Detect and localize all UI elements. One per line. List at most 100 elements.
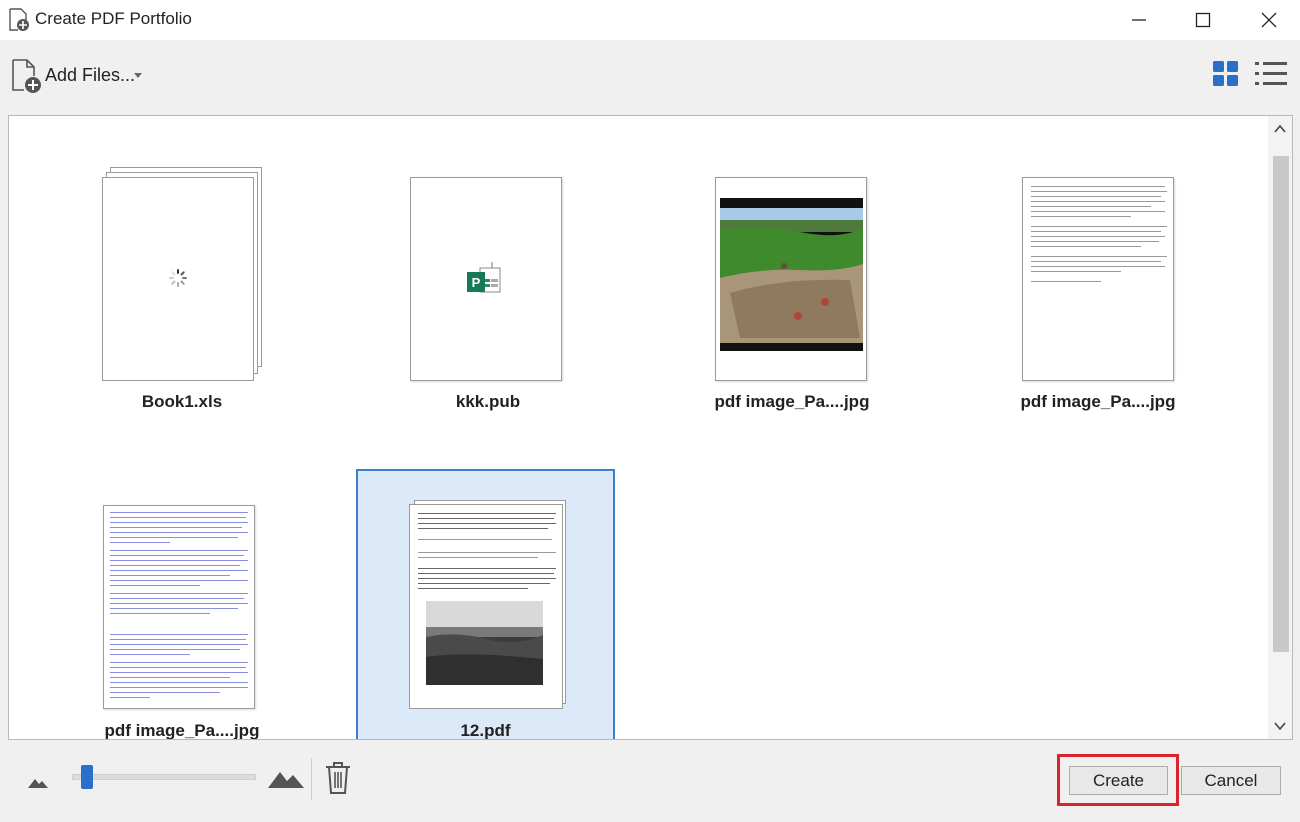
text-line [418,539,552,540]
cancel-button[interactable]: Cancel [1181,766,1281,795]
text-line [110,565,240,566]
text-line [110,550,248,551]
text-line [1031,246,1141,247]
vertical-scrollbar[interactable] [1268,116,1292,739]
text-line [1031,186,1165,187]
close-icon [1261,12,1277,28]
bottom-bar: Create Cancel [0,740,1300,822]
text-line [110,598,244,599]
text-line [110,522,248,523]
file-tile-book1[interactable]: Book1.xls [53,146,311,418]
text-line [418,518,554,519]
text-line [110,682,248,683]
chevron-down-icon[interactable] [1273,719,1287,733]
text-line [418,573,554,574]
page-thumbnail [103,505,255,709]
text-line [110,560,248,561]
grid-view-icon[interactable] [1212,60,1240,88]
page-thumbnail: P [410,177,562,381]
text-line [418,583,550,584]
text-line [110,570,248,571]
thumbnail-size-slider[interactable] [72,774,256,780]
file-tile-12-pdf[interactable]: 12.pdf [356,469,615,740]
text-line [418,552,556,553]
file-name: pdf image_Pa....jpg [104,721,260,740]
text-line [110,654,190,655]
text-line [110,593,248,594]
text-line [418,588,528,589]
add-files-button[interactable]: Add Files... [8,56,148,96]
text-line [1031,261,1161,262]
text-line [110,555,244,556]
add-file-icon [12,59,41,93]
text-line [1031,206,1151,207]
file-tile-kkk[interactable]: P kkk.pub [359,146,617,418]
svg-text:P: P [472,275,481,290]
minimize-button[interactable] [1116,0,1162,40]
text-line [110,644,248,645]
text-line [418,578,556,579]
text-line [110,575,230,576]
separator [311,758,312,800]
large-thumbnail-icon[interactable] [268,768,304,788]
loading-spinner-icon [169,269,187,287]
file-tile-photo[interactable]: pdf image_Pa....jpg [663,146,921,418]
text-line [1031,216,1131,217]
text-line [110,527,242,528]
text-line [110,667,246,668]
text-line [110,585,200,586]
text-line [110,613,210,614]
text-line [110,639,246,640]
text-line [110,580,248,581]
text-line [1031,236,1165,237]
trash-icon[interactable] [323,760,353,796]
file-name: kkk.pub [455,392,521,411]
page-thumbnail [1022,177,1174,381]
maximize-icon [1195,12,1211,28]
window-title: Create PDF Portfolio [35,9,192,28]
scrollbar-thumb[interactable] [1273,156,1289,652]
photo-image [720,198,863,351]
text-line [418,568,556,569]
chevron-down-icon[interactable] [133,70,143,80]
text-line [418,557,538,558]
small-thumbnail-icon[interactable] [28,776,48,788]
list-view-icon[interactable] [1254,59,1288,89]
text-line [1031,281,1101,282]
publisher-icon: P [467,262,501,293]
page-thumbnail [102,177,254,381]
text-line [110,672,248,673]
text-line [110,532,248,533]
pdf-portfolio-icon [9,8,29,31]
file-panel[interactable]: Book1.xls P kkk.pub pdf image_Pa....jpg … [8,115,1293,740]
text-line [1031,211,1165,212]
close-button[interactable] [1246,0,1292,40]
text-line [418,528,548,529]
text-line [110,542,170,543]
text-line [110,687,248,688]
title-bar: Create PDF Portfolio [0,0,1300,40]
file-name: pdf image_Pa....jpg [1020,392,1176,411]
file-tile-text-doc[interactable]: pdf image_Pa....jpg [969,146,1227,418]
file-tile-blue-doc[interactable]: pdf image_Pa....jpg [53,471,311,740]
add-files-label: Add Files... [45,65,136,85]
file-name: 12.pdf [460,721,511,740]
slider-thumb[interactable] [80,765,93,789]
text-line [110,697,150,698]
text-line [1031,256,1167,257]
text-line [1031,201,1165,202]
minimize-icon [1132,19,1146,21]
chevron-up-icon[interactable] [1273,122,1287,136]
text-line [418,523,556,524]
text-line [110,649,240,650]
file-name: Book1.xls [141,392,223,411]
maximize-button[interactable] [1180,0,1226,40]
toolbar: Add Files... [0,40,1300,114]
text-line [110,608,238,609]
text-line [1031,226,1167,227]
text-line [110,517,246,518]
text-line [110,537,238,538]
create-button[interactable]: Create [1069,766,1168,795]
page-thumbnail [409,504,563,709]
text-line [110,662,248,663]
